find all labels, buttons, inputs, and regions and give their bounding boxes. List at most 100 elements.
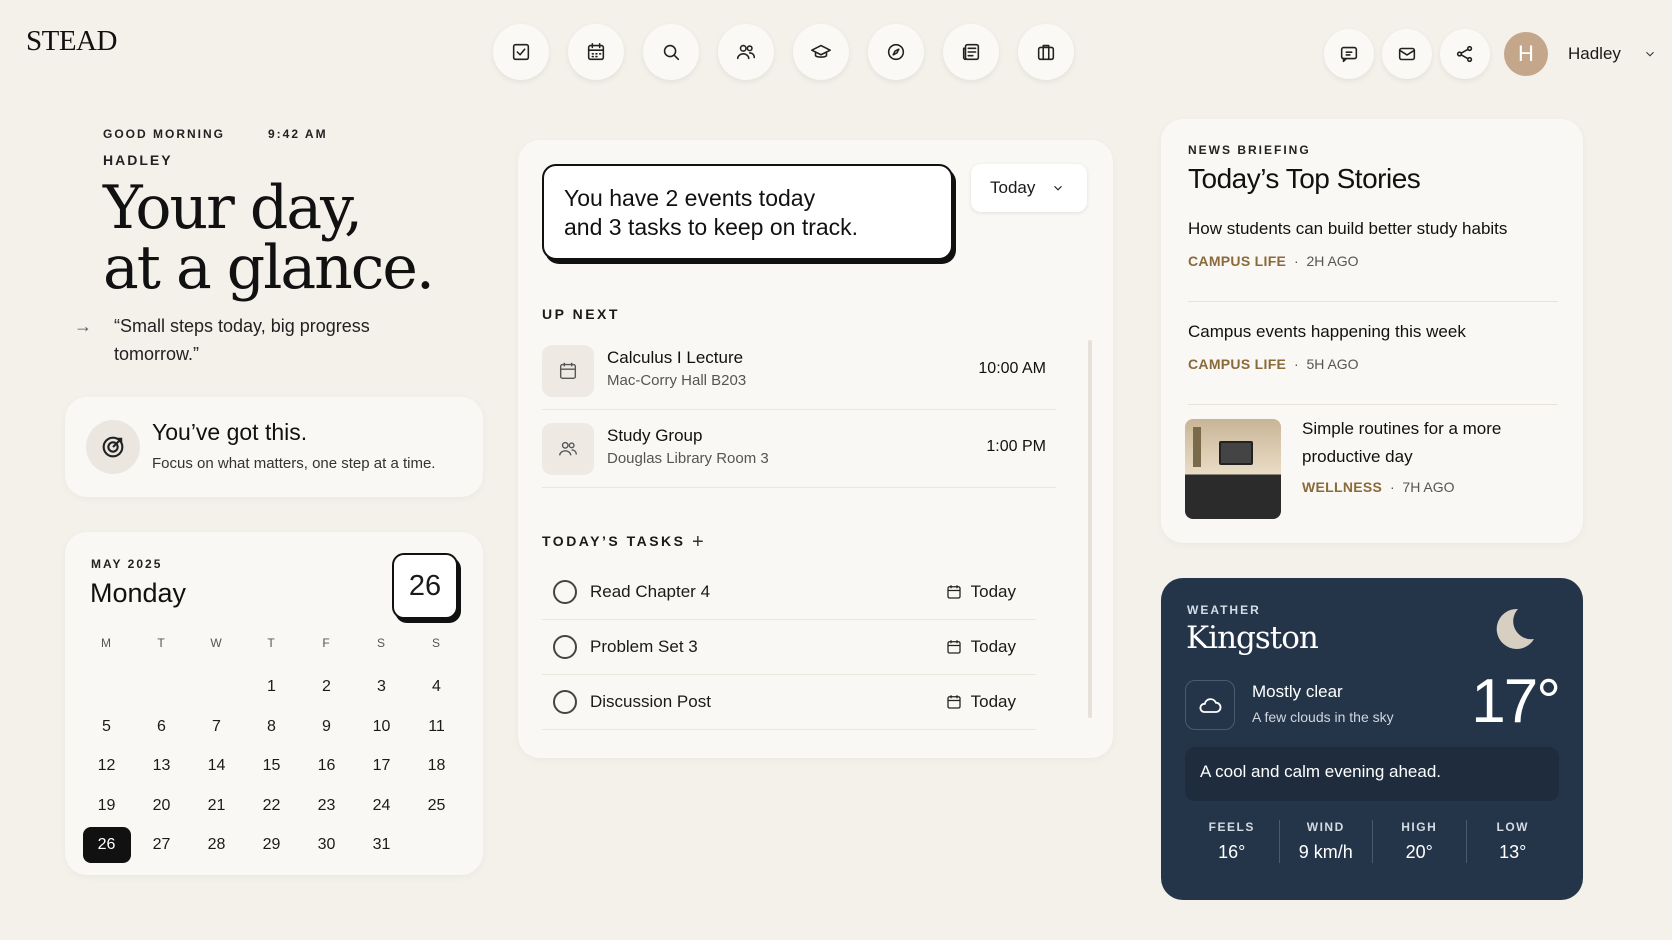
- weather-stat: LOW 13°: [1465, 820, 1560, 863]
- calendar-day[interactable]: 22: [244, 786, 299, 826]
- calendar-day[interactable]: 21: [189, 786, 244, 826]
- news-article[interactable]: Simple routines for a more productive da…: [1302, 415, 1552, 495]
- user-name[interactable]: Hadley: [1568, 44, 1621, 64]
- calendar-day[interactable]: 2: [299, 668, 354, 708]
- current-time: 9:42 AM: [268, 127, 328, 141]
- news-label: NEWS BRIEFING: [1188, 143, 1311, 157]
- nav-explore-button[interactable]: [868, 24, 924, 80]
- stat-label: FEELS: [1208, 820, 1255, 834]
- calendar-empty-cell: [409, 826, 464, 866]
- calendar-day[interactable]: 9: [299, 707, 354, 747]
- calendar-day[interactable]: 11: [409, 707, 464, 747]
- weather-label: WEATHER: [1187, 603, 1261, 617]
- calendar-day[interactable]: 15: [244, 747, 299, 787]
- calendar-day[interactable]: 17: [354, 747, 409, 787]
- date-filter-dropdown[interactable]: Today: [971, 164, 1087, 212]
- stat-label: HIGH: [1401, 820, 1438, 834]
- nav-search-button[interactable]: [643, 24, 699, 80]
- weather-stat: WIND 9 km/h: [1278, 820, 1373, 863]
- task-due: Today: [945, 692, 1016, 712]
- event-row[interactable]: Calculus I Lecture Mac-Corry Hall B203 1…: [542, 332, 1056, 410]
- calendar-day[interactable]: 6: [134, 707, 189, 747]
- weekday-header: T: [267, 636, 276, 650]
- chevron-down-icon[interactable]: [1629, 43, 1657, 66]
- page-title: Your day, at a glance.: [103, 173, 435, 298]
- event-location: Mac-Corry Hall B203: [607, 372, 747, 389]
- calendar-day[interactable]: 7: [189, 707, 244, 747]
- calendar-day[interactable]: 30: [299, 826, 354, 866]
- moon-icon: [1496, 608, 1534, 649]
- task-row[interactable]: Problem Set 3 Today: [542, 620, 1036, 675]
- calendar-day[interactable]: 26: [79, 826, 134, 866]
- task-due: Today: [945, 582, 1016, 602]
- news-article[interactable]: Campus events happening this week CAMPUS…: [1188, 318, 1558, 405]
- calendar-icon: [542, 345, 594, 397]
- event-name: Study Group: [607, 426, 703, 445]
- tasks-icon: [512, 43, 530, 61]
- calendar-day[interactable]: 10: [354, 707, 409, 747]
- task-row[interactable]: Read Chapter 4 Today: [542, 565, 1036, 620]
- calendar-month: MAY 2025: [91, 557, 163, 571]
- calendar-day[interactable]: 27: [134, 826, 189, 866]
- news-article[interactable]: How students can build better study habi…: [1188, 215, 1558, 302]
- mail-button[interactable]: [1382, 29, 1432, 79]
- chat-icon: [1340, 46, 1358, 63]
- article-thumbnail[interactable]: [1185, 419, 1281, 519]
- calendar-day[interactable]: 29: [244, 826, 299, 866]
- calendar-day[interactable]: 19: [79, 786, 134, 826]
- calendar-icon: [587, 42, 605, 61]
- task-checkbox[interactable]: [553, 690, 577, 714]
- calendar-day[interactable]: 20: [134, 786, 189, 826]
- article-meta: WELLNESS · 7H AGO: [1302, 479, 1455, 495]
- event-time: 10:00 AM: [978, 360, 1046, 377]
- event-row[interactable]: Study Group Douglas Library Room 3 1:00 …: [542, 410, 1056, 488]
- motivation-card: You’ve got this. Focus on what matters, …: [65, 397, 483, 497]
- calendar-day[interactable]: 31: [354, 826, 409, 866]
- summary-banner: You have 2 events today and 3 tasks to k…: [542, 164, 953, 260]
- share-button[interactable]: [1440, 29, 1490, 79]
- stat-value: 16°: [1218, 842, 1246, 862]
- brand-logo[interactable]: STEAD: [26, 25, 117, 58]
- calendar-day[interactable]: 23: [299, 786, 354, 826]
- calendar-day[interactable]: 25: [409, 786, 464, 826]
- calendar-day[interactable]: 5: [79, 707, 134, 747]
- task-checkbox[interactable]: [553, 635, 577, 659]
- weather-city: Kingston: [1186, 620, 1319, 656]
- calendar-day[interactable]: 3: [354, 668, 409, 708]
- calendar-day[interactable]: 13: [134, 747, 189, 787]
- motivation-subtitle: Focus on what matters, one step at a tim…: [152, 455, 436, 472]
- calendar-day[interactable]: 12: [79, 747, 134, 787]
- calendar-day[interactable]: 14: [189, 747, 244, 787]
- nav-calendar-button[interactable]: [568, 24, 624, 80]
- calendar-day[interactable]: 8: [244, 707, 299, 747]
- event-time: 1:00 PM: [986, 438, 1046, 455]
- task-due-label: Today: [970, 582, 1016, 601]
- stat-label: WIND: [1306, 820, 1345, 834]
- nav-people-button[interactable]: [718, 24, 774, 80]
- add-task-button[interactable]: +: [692, 531, 704, 554]
- calendar-day[interactable]: 1: [244, 668, 299, 708]
- nav-tasks-button[interactable]: [493, 24, 549, 80]
- article-age: 5H AGO: [1306, 356, 1359, 372]
- selected-day[interactable]: 26: [82, 827, 131, 864]
- calendar-day[interactable]: 28: [189, 826, 244, 866]
- calendar-empty-cell: [189, 668, 244, 708]
- avatar[interactable]: H: [1504, 32, 1548, 76]
- task-checkbox[interactable]: [553, 580, 577, 604]
- task-row[interactable]: Discussion Post Today: [542, 675, 1036, 730]
- scrollbar[interactable]: [1088, 340, 1092, 718]
- weekday-header: T: [157, 636, 166, 650]
- task-name: Discussion Post: [590, 692, 711, 711]
- calendar-day[interactable]: 16: [299, 747, 354, 787]
- messages-button[interactable]: [1324, 29, 1374, 79]
- calendar-day[interactable]: 18: [409, 747, 464, 787]
- headline-line-1: Your day,: [103, 173, 363, 243]
- calendar-day[interactable]: 4: [409, 668, 464, 708]
- nav-news-button[interactable]: [943, 24, 999, 80]
- nav-career-button[interactable]: [1018, 24, 1074, 80]
- weather-stat: FEELS 16°: [1185, 820, 1279, 863]
- weekday-header: W: [210, 636, 223, 650]
- nav-courses-button[interactable]: [793, 24, 849, 80]
- calendar-day[interactable]: 24: [354, 786, 409, 826]
- stat-value: 20°: [1405, 842, 1433, 862]
